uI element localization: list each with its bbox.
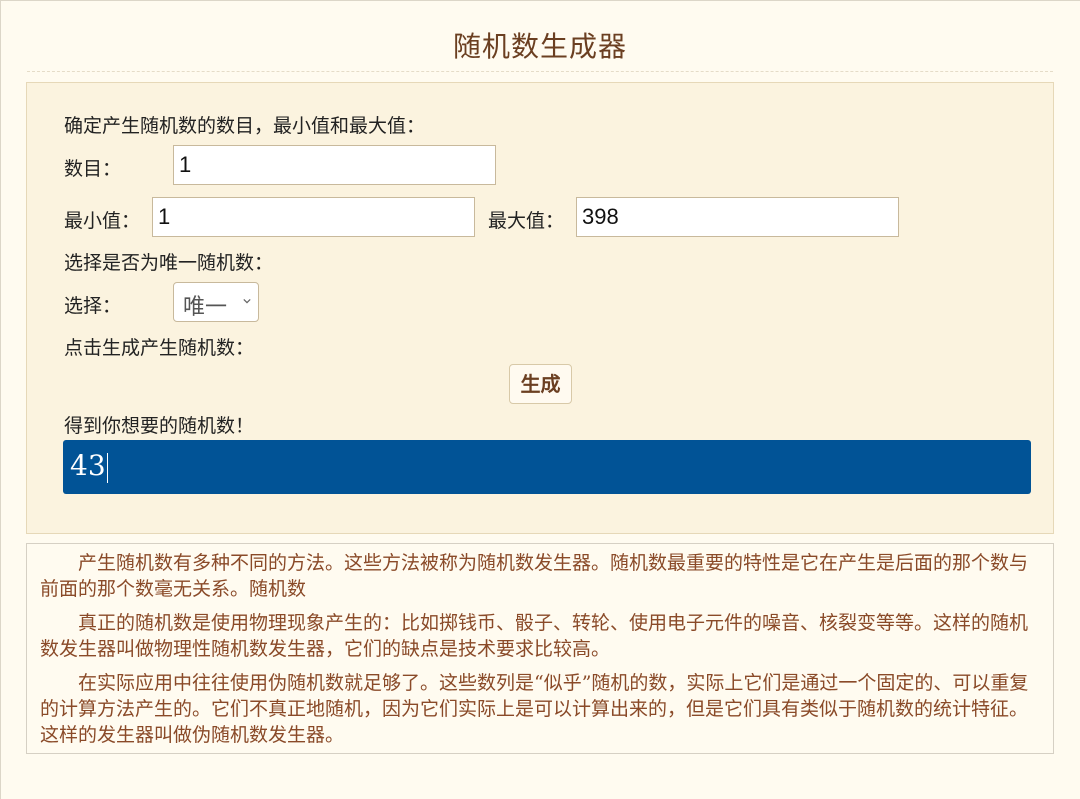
description-box: 产生随机数有多种不同的方法。这些方法被称为随机数发生器。随机数最重要的特性是它在… [26, 543, 1054, 754]
description-paragraph: 产生随机数有多种不同的方法。这些方法被称为随机数发生器。随机数最重要的特性是它在… [40, 552, 1029, 600]
text-caret [106, 452, 108, 483]
min-label: 最小值： [64, 210, 141, 232]
max-label: 最大值： [488, 210, 565, 232]
unique-select[interactable]: 唯一 [173, 282, 259, 322]
generator-panel: 确定产生随机数的数目，最小值和最大值： 数目： 最小值： 最大值： 选择是否为唯… [26, 82, 1054, 534]
max-input[interactable] [576, 197, 899, 237]
result-value: 43 [70, 449, 106, 482]
result-field[interactable]: 43 [63, 440, 1031, 494]
count-label: 数目： [64, 158, 122, 180]
count-input[interactable] [173, 145, 496, 185]
header: 随机数生成器 [27, 1, 1053, 72]
generate-prompt: 点击生成产生随机数： [64, 337, 255, 359]
chevron-down-icon [243, 298, 251, 304]
generate-button[interactable]: 生成 [509, 364, 572, 404]
description-paragraph: 在实际应用中往往使用伪随机数就足够了。这些数列是“似乎”随机的数，实际上它们是通… [40, 672, 1029, 746]
page: 随机数生成器 确定产生随机数的数目，最小值和最大值： 数目： 最小值： 最大值：… [0, 0, 1080, 799]
unique-prompt: 选择是否为唯一随机数： [64, 252, 274, 274]
description-paragraph: 真正的随机数是使用物理现象产生的：比如掷钱币、骰子、转轮、使用电子元件的噪音、核… [40, 612, 1029, 660]
choice-label: 选择： [64, 295, 122, 317]
min-input[interactable] [152, 197, 475, 237]
unique-select-value: 唯一 [183, 295, 228, 320]
intro-label: 确定产生随机数的数目，最小值和最大值： [64, 115, 426, 137]
result-label: 得到你想要的随机数！ [64, 415, 255, 437]
page-title: 随机数生成器 [452, 30, 627, 63]
